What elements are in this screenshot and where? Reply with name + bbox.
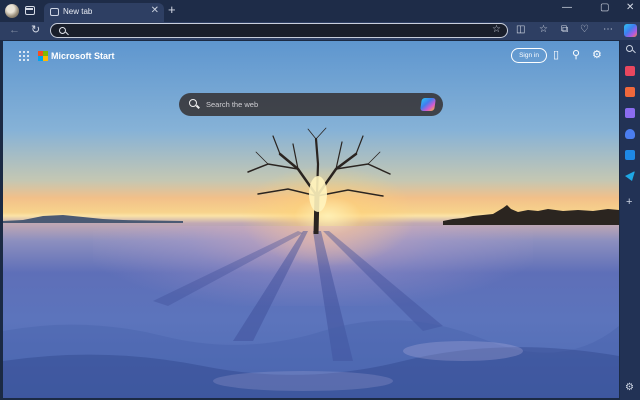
apps-launcher-icon[interactable] [19,51,30,62]
tab-actions-icon[interactable] [25,6,35,15]
maximize-button[interactable]: ▢ [600,2,609,14]
minimize-button[interactable]: — [562,2,572,14]
close-window-button[interactable]: ✕ [626,2,634,14]
copilot-icon[interactable] [624,24,637,37]
back-button[interactable]: ← [9,23,20,37]
tab-title: New tab [63,7,93,16]
refresh-button[interactable]: ↻ [31,23,40,37]
rewards-icon[interactable]: ⚲ [572,47,580,63]
sidebar-send-icon[interactable] [625,171,635,181]
address-bar[interactable]: ☆ [50,23,508,38]
brand-title[interactable]: Microsoft Start [51,50,115,62]
profile-avatar[interactable] [5,4,19,18]
browser-essentials-icon[interactable]: ♡ [580,24,589,36]
copilot-icon[interactable] [420,98,436,111]
new-tab-button[interactable]: + [168,3,176,17]
new-tab-page: Microsoft Start Sign in ▯ ⚲ ⚙ Search the… [3,41,619,398]
sidebar-shield-icon[interactable] [625,129,635,139]
tab-strip: New tab ✕ + — ▢ ✕ [0,0,640,22]
lone-tree [247,127,391,234]
sidebar-outlook-icon[interactable] [625,150,635,160]
web-search-box[interactable]: Search the web [179,93,443,116]
tab-close-icon[interactable]: ✕ [151,6,159,16]
new-tab-page-icon [50,8,59,16]
search-icon [189,99,197,107]
snow-drifts [3,320,619,398]
sidebar-games-icon[interactable] [625,108,635,118]
favorites-icon[interactable]: ☆ [539,24,548,36]
collections-icon[interactable]: ⧉ [561,24,568,36]
search-placeholder: Search the web [206,100,259,109]
tab-new-tab[interactable]: New tab ✕ [44,3,164,22]
mobile-icon[interactable]: ▯ [553,47,559,63]
edge-sidebar: + ⚙ [620,40,640,400]
search-icon [59,27,66,34]
settings-icon[interactable]: ⚙ [592,47,602,63]
sidebar-shopping-icon[interactable] [625,66,635,76]
sidebar-settings-icon[interactable]: ⚙ [625,382,634,394]
sidebar-add-icon[interactable]: + [626,196,632,208]
more-icon[interactable]: ⋯ [603,24,613,36]
favorite-star-icon[interactable]: ☆ [492,24,501,35]
sign-in-button[interactable]: Sign in [511,48,547,63]
microsoft-logo-icon [38,51,48,61]
sidebar-tools-icon[interactable] [625,87,635,97]
sidebar-search-icon[interactable] [626,45,633,52]
split-screen-icon[interactable]: ◫ [516,24,525,36]
browser-toolbar: ← ↻ ☆ ◫ ☆ ⧉ ♡ ⋯ [0,22,640,40]
